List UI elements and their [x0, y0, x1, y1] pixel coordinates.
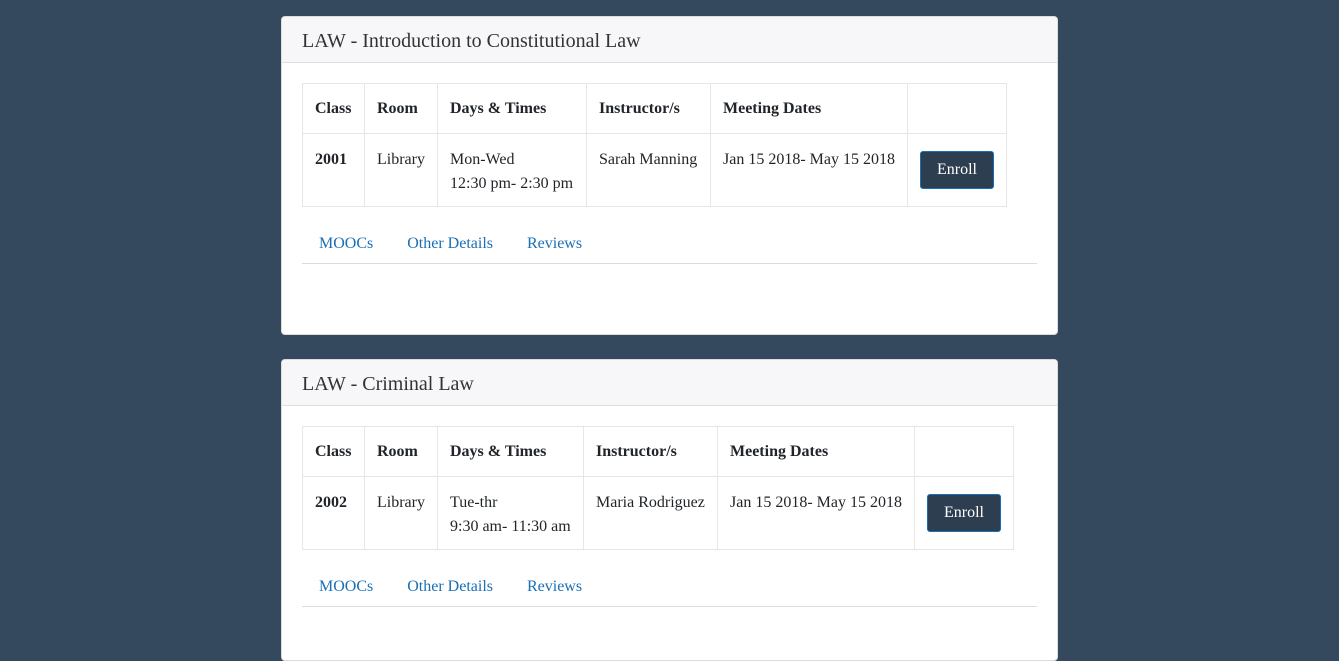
enroll-button[interactable]: Enroll: [920, 151, 994, 189]
course-tabs: MOOCs Other Details Reviews: [302, 568, 1037, 607]
times: 9:30 am- 11:30 am: [450, 518, 571, 535]
tab-moocs[interactable]: MOOCs: [302, 568, 390, 606]
course-body: Class Room Days & Times Instructor/s Mee…: [282, 63, 1057, 264]
column-header-class: Class: [302, 83, 365, 134]
class-number: 2001: [302, 133, 365, 207]
instructor: Maria Rodriguez: [583, 476, 718, 550]
action-cell: Enroll: [907, 133, 1007, 207]
sections-table: Class Room Days & Times Instructor/s Mee…: [302, 83, 1007, 207]
days: Tue-thr: [450, 494, 498, 511]
table-row: 2001 Library Mon-Wed 12:30 pm- 2:30 pm S…: [302, 133, 1007, 207]
sections-table: Class Room Days & Times Instructor/s Mee…: [302, 426, 1014, 550]
column-header-action: [907, 83, 1007, 134]
table-header-row: Class Room Days & Times Instructor/s Mee…: [302, 83, 1007, 134]
enroll-button[interactable]: Enroll: [927, 494, 1001, 532]
tab-reviews[interactable]: Reviews: [510, 568, 599, 606]
times: 12:30 pm- 2:30 pm: [450, 175, 574, 192]
column-header-instructor: Instructor/s: [586, 83, 711, 134]
tab-other-details[interactable]: Other Details: [390, 225, 510, 263]
column-header-room: Room: [364, 83, 438, 134]
column-header-days-times: Days & Times: [437, 83, 587, 134]
column-header-meeting-dates: Meeting Dates: [710, 83, 908, 134]
table-row: 2002 Library Tue-thr 9:30 am- 11:30 am M…: [302, 476, 1014, 550]
tab-moocs[interactable]: MOOCs: [302, 225, 390, 263]
class-number: 2002: [302, 476, 365, 550]
course-card: LAW - Introduction to Constitutional Law…: [281, 16, 1058, 335]
meeting-dates: Jan 15 2018- May 15 2018: [717, 476, 915, 550]
tab-other-details[interactable]: Other Details: [390, 568, 510, 606]
room: Library: [364, 476, 438, 550]
column-header-class: Class: [302, 426, 365, 477]
room: Library: [364, 133, 438, 207]
course-tabs: MOOCs Other Details Reviews: [302, 225, 1037, 264]
column-header-days-times: Days & Times: [437, 426, 584, 477]
column-header-instructor: Instructor/s: [583, 426, 718, 477]
meeting-dates: Jan 15 2018- May 15 2018: [710, 133, 908, 207]
action-cell: Enroll: [914, 476, 1014, 550]
days: Mon-Wed: [450, 151, 515, 168]
course-title: LAW - Introduction to Constitutional Law: [282, 17, 1057, 63]
days-times: Mon-Wed 12:30 pm- 2:30 pm: [437, 133, 587, 207]
course-title: LAW - Criminal Law: [282, 360, 1057, 406]
tab-reviews[interactable]: Reviews: [510, 225, 599, 263]
course-card: LAW - Criminal Law Class Room Days & Tim…: [281, 359, 1058, 661]
column-header-action: [914, 426, 1014, 477]
course-body: Class Room Days & Times Instructor/s Mee…: [282, 406, 1057, 607]
instructor: Sarah Manning: [586, 133, 711, 207]
column-header-room: Room: [364, 426, 438, 477]
table-header-row: Class Room Days & Times Instructor/s Mee…: [302, 426, 1014, 477]
column-header-meeting-dates: Meeting Dates: [717, 426, 915, 477]
days-times: Tue-thr 9:30 am- 11:30 am: [437, 476, 584, 550]
